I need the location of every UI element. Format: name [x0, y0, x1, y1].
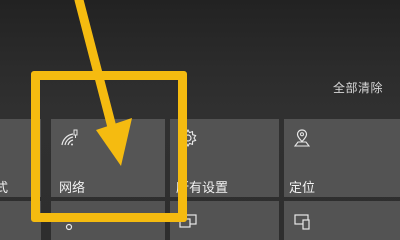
quick-action-location[interactable]: 定位 — [284, 119, 400, 197]
quick-action-tile-partial-row2[interactable] — [0, 201, 41, 240]
quick-action-all-settings[interactable]: 所有设置 — [170, 119, 279, 197]
network-label: 网络 — [59, 181, 86, 196]
gear-icon — [178, 128, 198, 148]
wifi-signal-icon — [59, 128, 79, 148]
all-settings-label: 所有设置 — [176, 181, 229, 196]
connect-device-icon — [292, 212, 312, 232]
share-nodes-icon — [59, 212, 79, 232]
map-pin-icon — [292, 128, 312, 148]
quick-action-project[interactable] — [170, 201, 279, 240]
quick-action-tile-partial[interactable]: 式 — [0, 119, 41, 197]
quick-action-network[interactable]: 网络 — [51, 119, 165, 197]
project-display-icon — [178, 212, 198, 232]
quick-action-connect[interactable] — [284, 201, 400, 240]
quick-actions-grid: 式 网络 所有设置 定位 — [0, 0, 400, 240]
location-label: 定位 — [289, 181, 316, 196]
action-center-panel: 全部清除 式 网络 所有设置 定位 — [0, 0, 400, 240]
quick-action-share[interactable] — [51, 201, 165, 240]
tile-label: 式 — [0, 181, 9, 196]
